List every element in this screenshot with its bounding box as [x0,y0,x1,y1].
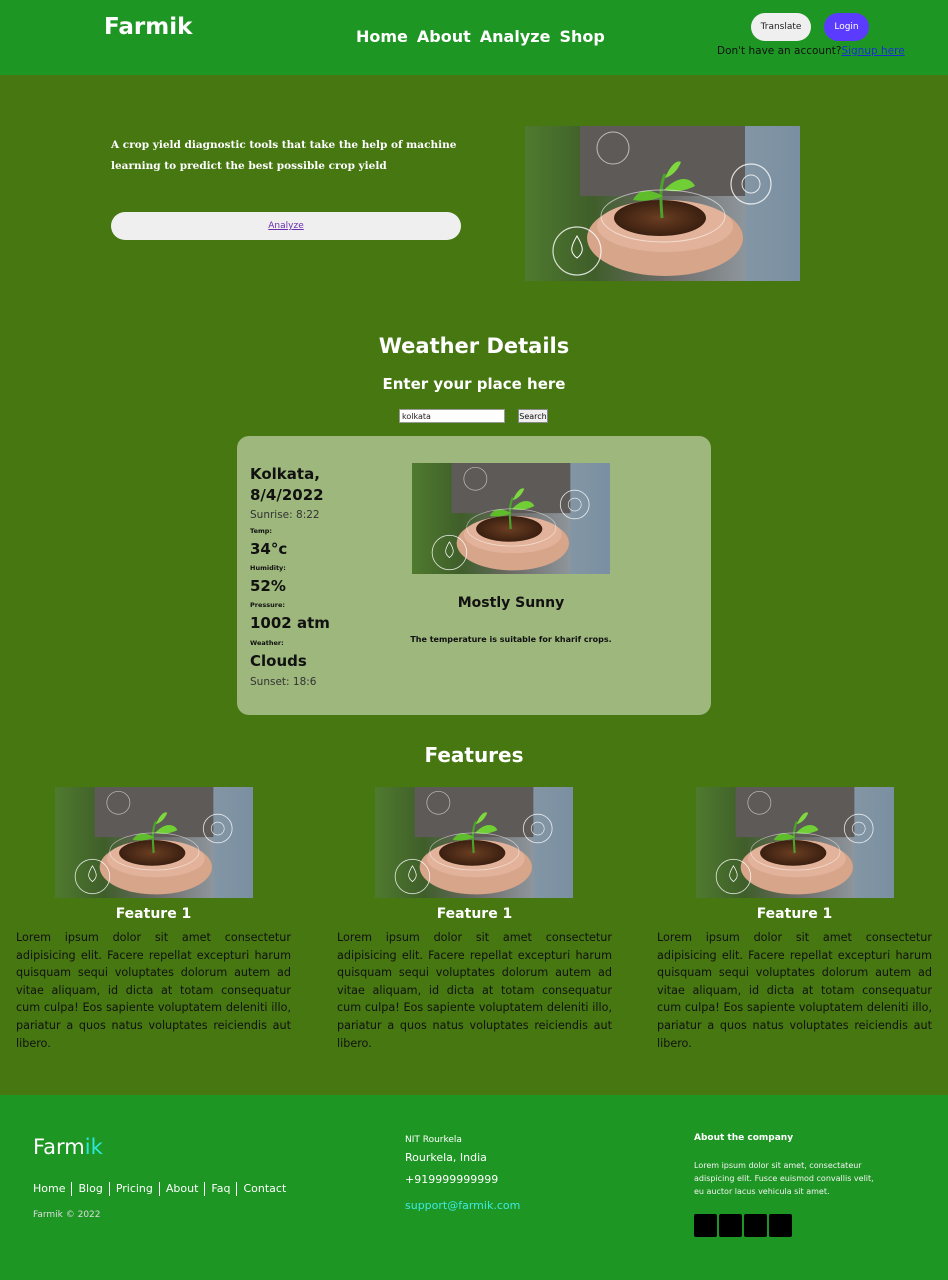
feature-image [375,787,573,898]
feature-name: Feature 1 [115,906,192,922]
seedling-image [55,787,253,898]
nav-home[interactable]: Home [356,27,408,46]
feature-name: Feature 1 [756,906,833,922]
seedling-image [375,787,573,898]
weather-label: Weather: [250,639,284,647]
footer-logo[interactable]: Farmik [33,1135,103,1159]
translate-button[interactable]: Translate [751,13,811,41]
humidity-label: Humidity: [250,564,286,572]
search-button[interactable]: Search [518,409,548,423]
weather-subtitle: Enter your place here [382,375,566,393]
footer-phone: +919999999999 [405,1173,499,1186]
site-footer: Farmik Home Blog Pricing About Faq Conta… [0,1095,948,1280]
weather-value: Clouds [250,652,307,670]
brand-logo[interactable]: Farmik [104,14,192,40]
signup-prompt: Don't have an account?Signup here [717,45,905,57]
footer-copyright: Farmik © 2022 [33,1210,101,1220]
top-header: Farmik Home About Analyze Shop Translate… [0,0,948,75]
weather-image [412,463,610,574]
footer-logo-main: Farm [33,1135,85,1159]
hero-analyze-link[interactable]: Analyze [268,221,303,231]
feature-image [55,787,253,898]
seedling-image [412,463,610,574]
footer-about-text: Lorem ipsum dolor sit amet, consectateur… [694,1161,874,1196]
feature-description: Lorem ipsum dolor sit amet consectetur a… [657,931,932,1050]
nav-analyze[interactable]: Analyze [480,27,551,46]
social-icon[interactable] [694,1214,717,1237]
seedling-image [525,126,800,281]
temp-value: 34°c [250,540,288,558]
pressure-label: Pressure: [250,601,285,609]
social-icon[interactable] [744,1214,767,1237]
footer-about-heading: About the company [694,1133,794,1143]
main-nav: Home About Analyze Shop [356,27,605,46]
weather-crop-note: The temperature is suitable for kharif c… [410,635,612,644]
seedling-image [696,787,894,898]
footer-logo-accent: ik [84,1135,103,1159]
weather-date: 8/4/2022 [250,486,324,504]
social-icon[interactable] [719,1214,742,1237]
weather-condition: Mostly Sunny [457,595,565,611]
nav-shop[interactable]: Shop [559,27,604,46]
weather-title: Weather Details [378,334,570,358]
footer-link-blog[interactable]: Blog [72,1182,110,1196]
feature-name: Feature 1 [436,906,513,922]
sunset-time: Sunset: 18:6 [250,676,317,688]
footer-link-contact[interactable]: Contact [237,1182,292,1196]
sunrise-time: Sunrise: 8:22 [250,509,320,521]
social-icon[interactable] [769,1214,792,1237]
signup-prompt-text: Don't have an account? [717,45,842,57]
hero-analyze-button[interactable]: Analyze [111,212,461,240]
weather-card: Kolkata, 8/4/2022 Sunrise: 8:22 Temp: 34… [237,436,711,715]
login-button[interactable]: Login [824,13,869,41]
footer-link-pricing[interactable]: Pricing [110,1182,160,1196]
weather-location: Kolkata, 8/4/2022 [250,464,324,506]
place-search-input[interactable] [399,409,505,423]
footer-email[interactable]: support@farmik.com [405,1199,520,1212]
footer-link-home[interactable]: Home [33,1182,73,1196]
hero-image [525,126,800,281]
footer-link-about[interactable]: About [160,1182,206,1196]
weather-city: Kolkata, [250,465,320,483]
nav-about[interactable]: About [417,27,471,46]
hero-tagline: A crop yield diagnostic tools that take … [111,139,457,172]
footer-link-faq[interactable]: Faq [205,1182,238,1196]
pressure-value: 1002 atm [250,614,330,632]
humidity-value: 52% [250,577,286,595]
feature-description: Lorem ipsum dolor sit amet consectetur a… [337,931,612,1050]
footer-links: Home Blog Pricing About Faq Contact [33,1182,292,1196]
temp-label: Temp: [250,527,273,535]
social-links [694,1214,792,1237]
footer-address-line2: Rourkela, India [405,1151,487,1164]
signup-link[interactable]: Signup here [841,45,904,57]
feature-image [696,787,894,898]
feature-description: Lorem ipsum dolor sit amet consectetur a… [16,931,291,1050]
features-title: Features [424,743,524,767]
footer-address-line1: NIT Rourkela [405,1135,462,1145]
